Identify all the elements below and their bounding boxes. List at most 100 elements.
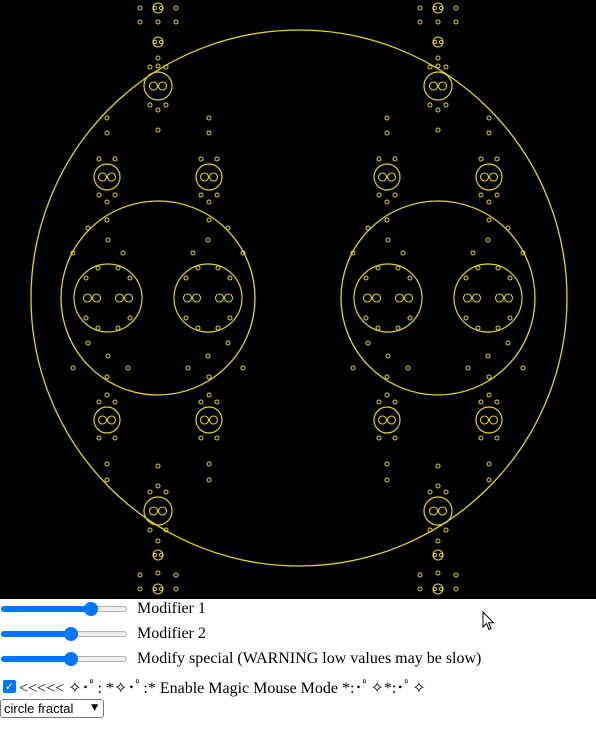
fractal-circle <box>377 172 388 182</box>
fractal-circle <box>96 156 102 162</box>
fractal-circle <box>152 2 164 14</box>
fractal-circle <box>147 527 153 533</box>
fractal-circle <box>494 156 500 162</box>
fractal-circle <box>432 39 438 45</box>
fractal-circle <box>114 293 125 303</box>
fractal-circle <box>104 392 110 398</box>
fractal-circle <box>152 5 158 11</box>
fractal-circle <box>435 107 441 113</box>
fractal-circle <box>173 5 179 11</box>
fractal-circle <box>155 63 161 69</box>
fractal-circle <box>385 353 391 359</box>
modifier-2-slider[interactable] <box>0 626 128 642</box>
fractal-circle <box>206 461 212 467</box>
fractal-circle <box>206 115 212 121</box>
fractal-circle <box>494 435 500 441</box>
fractal-circle <box>376 192 382 198</box>
modify-special-slider[interactable] <box>0 651 128 667</box>
fractal-circle <box>453 5 459 11</box>
fractal-circle <box>155 107 161 113</box>
fractal-circle <box>95 325 101 331</box>
fractal-circle <box>353 263 423 333</box>
fractal-circle <box>214 156 220 162</box>
modifier-2-label: Modifier 2 <box>137 625 206 642</box>
fractal-circle <box>371 293 382 303</box>
fractal-circle <box>438 5 444 11</box>
fractal-circle <box>199 172 210 182</box>
fractal-circle <box>432 5 438 11</box>
fractal-circle <box>104 199 110 205</box>
fractal-circle <box>365 340 371 346</box>
fractal-circle <box>417 586 423 592</box>
fractal-circle <box>503 293 514 303</box>
fractal-circle <box>70 365 76 371</box>
fractal-circle <box>505 225 511 231</box>
fractal-circle <box>505 340 511 346</box>
fractal-circle <box>494 293 505 303</box>
fractal-circle <box>173 19 179 25</box>
fractal-circle <box>494 192 500 198</box>
fractal-circle <box>384 199 390 205</box>
fractal-circle <box>208 415 219 425</box>
fractal-circle <box>104 374 110 380</box>
fractal-circle <box>437 506 448 516</box>
fractal-circle <box>432 549 444 561</box>
fractal-circle <box>73 263 143 333</box>
fractal-circle <box>494 399 500 405</box>
fractal-circle <box>365 225 371 231</box>
fractal-circle <box>392 156 398 162</box>
fractal-circle <box>475 265 481 271</box>
fractal-circle <box>123 293 134 303</box>
fractal-circle <box>486 130 492 136</box>
fractal-circle <box>182 293 193 303</box>
fractal-circle <box>453 572 459 578</box>
fractal-circle <box>214 435 220 441</box>
fractal-circle <box>488 415 499 425</box>
fractal-circle <box>215 265 221 271</box>
fractal-circle <box>479 172 490 182</box>
fractal-circle <box>198 435 204 441</box>
fractal-circle <box>215 325 221 331</box>
fractal-circle <box>206 477 212 483</box>
fractal-canvas[interactable] <box>0 0 596 599</box>
fractal-circle <box>435 463 441 469</box>
fractal-circle <box>435 19 441 25</box>
fractal-circle <box>227 315 233 321</box>
fractal-circle <box>435 538 441 544</box>
fractal-circle <box>137 586 143 592</box>
fractal-circle <box>384 477 390 483</box>
fractal-circle <box>384 374 390 380</box>
fractal-circle <box>377 415 388 425</box>
magic-mouse-label: <<<<< ✧･ﾟ: *✧･ﾟ:* Enable Magic Mouse Mod… <box>19 680 426 697</box>
fractal-circle <box>173 263 243 333</box>
fractal-circle <box>407 275 413 281</box>
fractal-circle <box>97 172 108 182</box>
fractal-circle <box>443 527 449 533</box>
fractal-circle <box>495 325 501 331</box>
mode-select[interactable]: circle fractal ▼ <box>0 699 104 718</box>
fractal-circle <box>376 399 382 405</box>
fractal-circle <box>438 39 444 45</box>
fractal-circle <box>384 130 390 136</box>
fractal-circle <box>225 225 231 231</box>
magic-mouse-checkbox[interactable]: ✓ <box>3 679 16 693</box>
fractal-circle <box>227 275 233 281</box>
fractal-circle <box>479 415 490 425</box>
fractal-circle <box>475 325 481 331</box>
fractal-circle <box>104 477 110 483</box>
fractal-circle <box>155 55 161 61</box>
fractal-circle <box>470 250 476 256</box>
fractal-circle <box>147 489 153 495</box>
fractal-circle <box>127 315 133 321</box>
fractal-circle <box>195 265 201 271</box>
fractal-circle <box>105 237 111 243</box>
fractal-circle <box>417 19 423 25</box>
fractal-circle <box>155 538 161 544</box>
modify-special-row: Modify special (WARNING low values may b… <box>0 648 481 670</box>
fractal-circle <box>363 315 369 321</box>
fractal-circle <box>115 265 121 271</box>
fractal-circle <box>214 192 220 198</box>
mouse-pointer-icon <box>482 611 495 631</box>
fractal-circle <box>163 489 169 495</box>
modifier-1-slider[interactable] <box>0 601 128 617</box>
